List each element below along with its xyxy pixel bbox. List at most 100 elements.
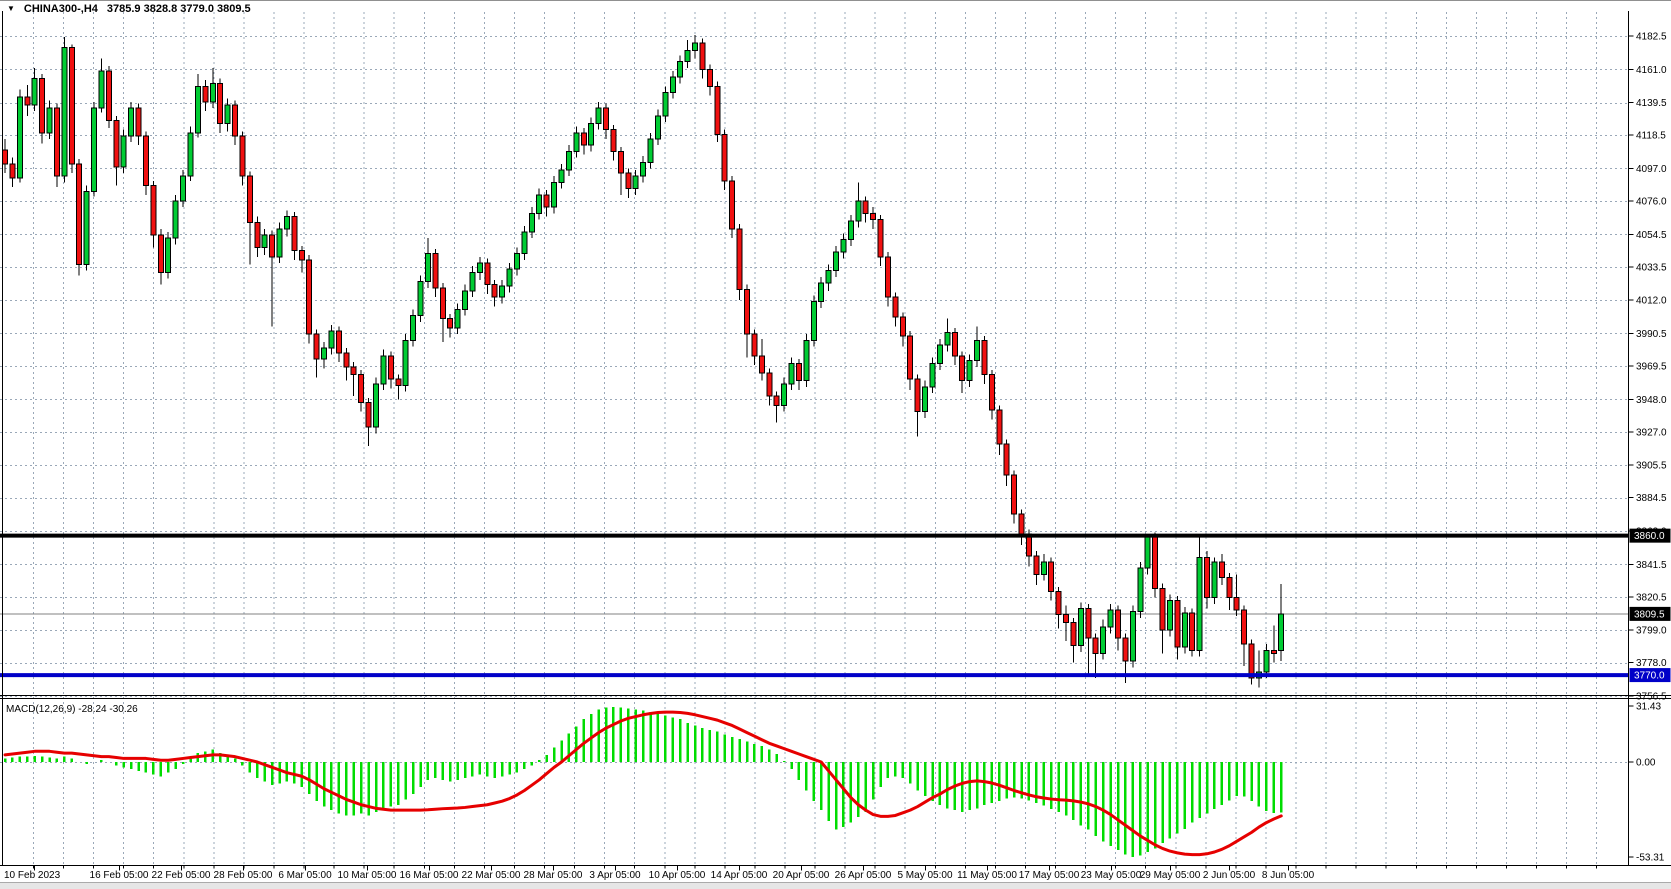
candle-body [314,334,319,359]
candle-body [336,331,341,353]
candle-body [84,192,89,265]
candle-body [1249,644,1254,678]
candle-body [544,195,549,207]
candle-body [1153,537,1158,588]
symbol-dropdown-icon[interactable]: ▼ [7,4,15,14]
candle-body [210,83,215,102]
price-tick-label: 3884.5 [1636,493,1667,504]
price-tick-label: 4118.5 [1636,131,1666,142]
time-label: 5 May 05:00 [897,870,952,881]
time-label: 11 May 05:00 [957,870,1017,881]
candle-body [848,221,853,240]
candle-body [166,238,171,272]
candle-body [203,86,208,101]
candle-body [1108,610,1113,627]
candle-body [1242,610,1247,644]
candle-body [908,336,913,379]
time-label: 22 Mar 05:00 [462,870,521,881]
candle-body [485,263,490,285]
candle-body [789,364,794,384]
candle-body [129,108,134,136]
candle-body [871,213,876,219]
price-level-badge-text: 3770.0 [1634,671,1665,682]
candle-body [997,410,1002,444]
candle-body [195,86,200,132]
candle-body [514,254,519,269]
candle-body [1049,562,1054,591]
candle-body [529,213,534,232]
candle-body [856,201,861,221]
candle-body [834,252,839,271]
candle-body [32,79,37,105]
price-tick-label: 3905.5 [1636,461,1667,472]
candle-body [158,235,163,272]
candle-body [574,133,579,152]
candle-body [589,124,594,146]
macd-tick-label: 31.43 [1636,701,1661,712]
price-tick-label: 4139.5 [1636,98,1667,109]
candle-body [1234,598,1239,610]
candle-body [292,216,297,250]
price-tick-label: 3841.5 [1636,560,1667,571]
candle-body [633,176,638,188]
candle-body [945,333,950,345]
candle-body [1004,444,1009,475]
price-tick-label: 4076.0 [1636,197,1667,208]
candle-body [418,282,423,316]
candle-body [1034,556,1039,575]
candle-body [54,108,59,176]
candle-body [10,164,15,178]
chart-symbol-bar: ▼ CHINA300-,H4 3785.9 3828.8 3779.0 3809… [7,3,251,15]
candle-body [344,353,349,367]
price-tick-label: 3778.0 [1636,658,1667,669]
price-tick-label: 4182.5 [1636,32,1667,43]
candle-body [225,105,230,124]
candle-body [106,71,111,121]
candle-body [730,181,735,229]
candle-body [62,48,67,177]
candle-body [1138,568,1143,611]
price-tick-label: 4012.0 [1636,296,1667,307]
time-label: 29 May 05:00 [1140,870,1201,881]
candle-body [826,271,831,283]
candle-body [655,116,660,139]
candle-body [500,286,505,297]
candle-body [759,356,764,373]
price-level-badge-text: 3809.5 [1634,609,1665,620]
candle-body [1279,614,1284,651]
candle-body [40,79,45,133]
macd-tick-label: -53.31 [1636,852,1665,863]
candle-body [307,260,312,334]
candle-body [648,139,653,162]
candle-body [255,223,260,248]
candle-body [693,43,698,51]
candle-body [1093,638,1098,653]
candle-body [923,387,928,412]
candle-body [507,269,512,286]
time-label: 28 Feb 05:00 [214,870,273,881]
candle-body [618,151,623,173]
candle-body [700,43,705,69]
candle-body [678,62,683,77]
candle-body [863,201,868,213]
candle-body [804,340,809,380]
price-tick-label: 4033.5 [1636,262,1667,273]
candle-body [1064,615,1069,623]
candle-body [1219,562,1224,577]
candle-body [173,201,178,238]
candle-body [967,361,972,381]
candle-body [522,232,527,254]
price-tick-label: 4054.5 [1636,230,1667,241]
candle-body [17,97,22,178]
candle-body [937,345,942,364]
candle-body [477,263,482,272]
candle-body [641,162,646,176]
window-bottom-strip [0,882,1671,889]
chart-canvas[interactable]: 4182.54161.04139.54118.54097.04076.04054… [0,0,1671,889]
candle-body [218,83,223,123]
candle-body [77,164,82,265]
candle-body [381,356,386,384]
candle-body [277,229,282,257]
candle-body [463,291,468,310]
candle-body [470,272,475,291]
